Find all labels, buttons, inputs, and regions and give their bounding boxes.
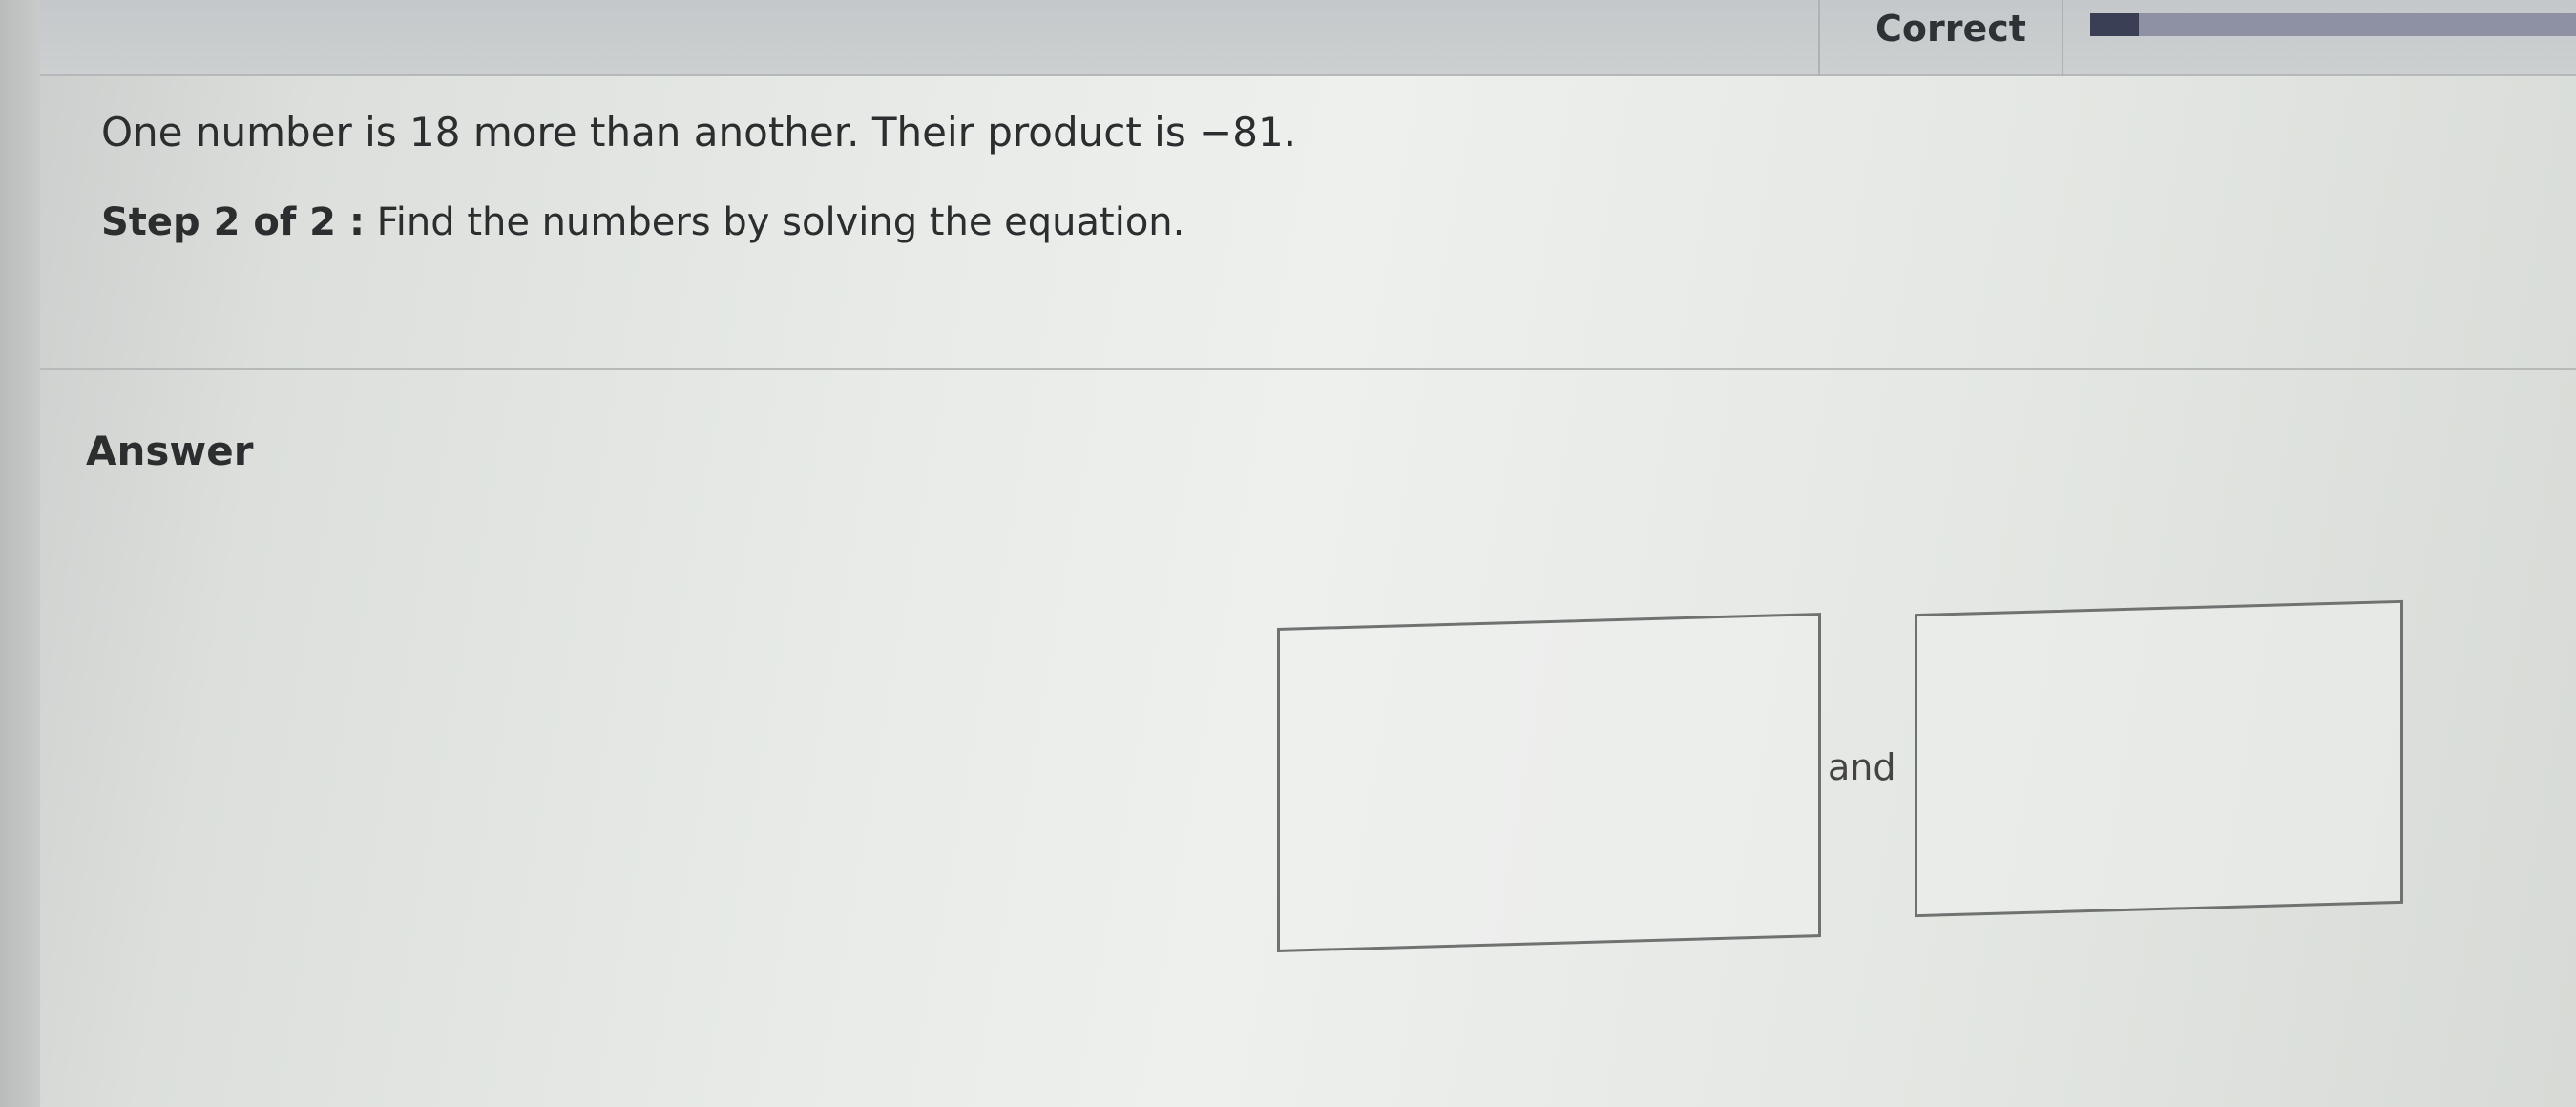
top-bar [40, 0, 2576, 76]
second-number-input[interactable] [1915, 599, 2403, 918]
screen-bezel [0, 0, 40, 1107]
step-line: Step 2 of 2 : Find the numbers by solvin… [101, 200, 1184, 244]
first-number-input[interactable] [1277, 613, 1821, 952]
status-label: Correct [1875, 8, 2026, 50]
progress-fill [2090, 13, 2139, 36]
and-connector: and [1828, 746, 1896, 788]
answer-heading: Answer [86, 428, 254, 474]
top-bar-divider [2062, 0, 2063, 76]
step-label: Step 2 of 2 : [101, 200, 365, 244]
progress-bar [2090, 13, 2576, 36]
page: Correct One number is 18 more than anoth… [0, 0, 2576, 1107]
problem-text: One number is 18 more than another. Thei… [101, 109, 1297, 156]
top-bar-divider [1818, 0, 1820, 76]
question-panel: One number is 18 more than another. Thei… [40, 76, 2576, 368]
section-divider [40, 368, 2576, 370]
step-instruction: Find the numbers by solving the equation… [376, 200, 1185, 244]
